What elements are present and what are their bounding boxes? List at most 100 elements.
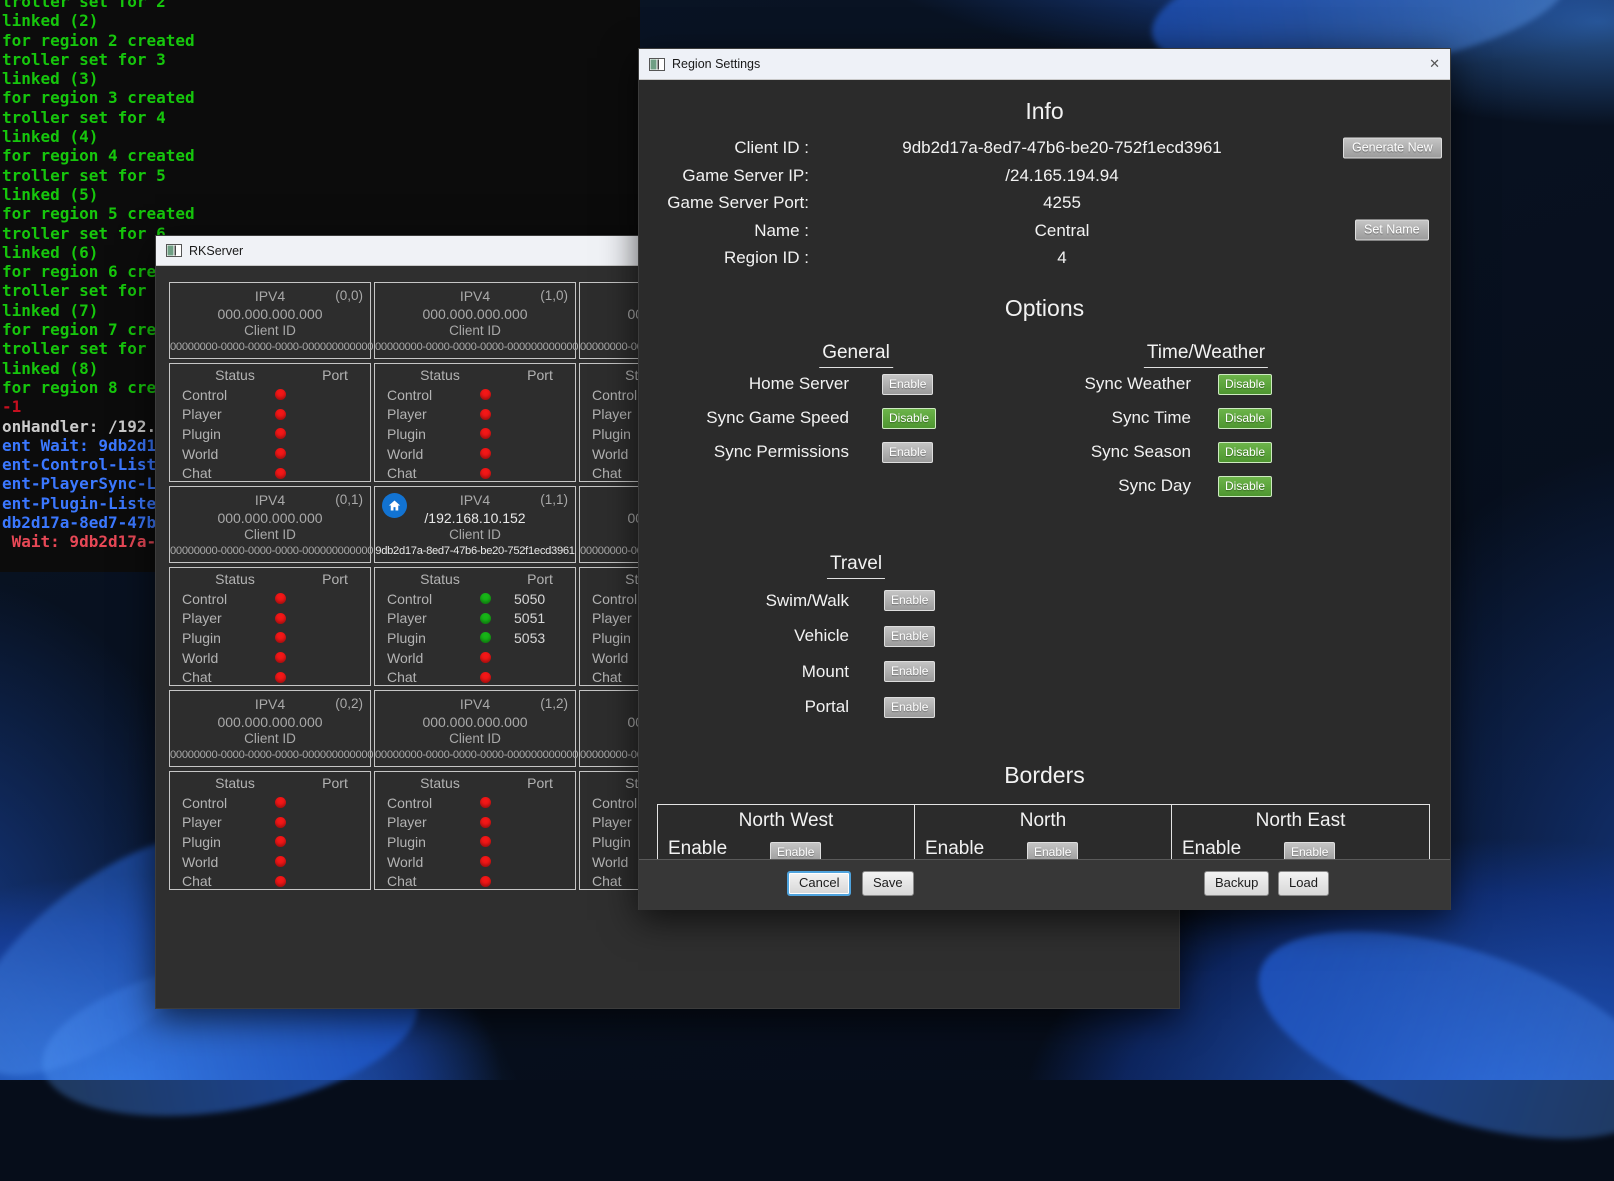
backup-button[interactable]: Backup	[1204, 871, 1269, 896]
status-row-label: Plugin	[182, 630, 260, 646]
status-dot	[275, 632, 286, 643]
status-row-label: Control	[387, 795, 465, 811]
status-row-label: Chat	[182, 669, 260, 685]
option-toggle-button[interactable]: Enable	[884, 697, 935, 718]
save-button[interactable]: Save	[862, 871, 914, 896]
cell-coordinate: (1,1)	[540, 492, 568, 507]
status-row: Player	[375, 405, 575, 425]
general-section-heading: General	[819, 342, 893, 368]
region-cell: IPV4 (0,0) 000.000.000.000 Client ID 000…	[169, 282, 371, 482]
status-row: Player	[170, 813, 370, 833]
region-settings-titlebar[interactable]: Region Settings ✕	[639, 49, 1450, 80]
option-row: Sync Weather Disable	[979, 367, 1309, 401]
status-row: Chat	[375, 667, 575, 687]
timeweather-section-heading: Time/Weather	[1144, 342, 1268, 368]
region-cell-status: Status Port Control Player	[169, 363, 371, 482]
status-rows: Control Player Plugin	[170, 589, 370, 687]
option-row: Vehicle Enable	[639, 619, 969, 655]
status-dot	[275, 672, 286, 683]
client-id-value: 00000000-0000-0000-0000-000000000000	[170, 341, 370, 353]
status-column-header: Status	[170, 775, 300, 793]
region-cell-header: IPV4 (0,0) 000.000.000.000 Client ID 000…	[169, 282, 371, 359]
port-column-header: Port	[505, 775, 575, 793]
border-enable-button[interactable]: Enable	[770, 842, 821, 859]
status-dot	[480, 613, 491, 624]
border-enable-button[interactable]: Enable	[1027, 842, 1078, 859]
status-row: Plugin 5053	[375, 628, 575, 648]
option-toggle-button[interactable]: Enable	[882, 374, 933, 395]
status-row-label: World	[182, 446, 260, 462]
status-row-label: Control	[182, 591, 260, 607]
info-value: 4	[809, 244, 1315, 272]
border-column: North East Enable Enable	[1172, 805, 1429, 859]
border-enable-label: Enable	[1182, 838, 1241, 859]
status-row-label: World	[182, 650, 260, 666]
cell-coordinate: (1,0)	[540, 288, 568, 303]
cancel-button[interactable]: Cancel	[787, 871, 851, 896]
close-icon[interactable]: ✕	[1410, 56, 1440, 72]
terminal-line: for region 5 created	[0, 204, 640, 223]
borders-heading: Borders	[639, 762, 1450, 789]
region-settings-window[interactable]: Region Settings ✕ Info Client ID : 9db2d…	[638, 48, 1451, 910]
status-dot	[480, 389, 491, 400]
option-toggle-button[interactable]: Disable	[1218, 442, 1272, 463]
home-icon	[382, 493, 407, 518]
status-row: Chat	[375, 871, 575, 891]
cell-ip-address: /192.168.10.152	[375, 510, 575, 526]
option-toggle-button[interactable]: Disable	[1218, 476, 1272, 497]
status-row-label: Chat	[387, 465, 465, 481]
rkserver-app-icon	[166, 244, 182, 257]
info-action-button[interactable]: Generate New	[1343, 137, 1442, 158]
option-toggle-button[interactable]: Enable	[884, 590, 935, 611]
travel-options: Swim/Walk Enable Vehicle Enable Mount En…	[639, 583, 969, 725]
status-row: World	[375, 648, 575, 668]
option-label: Sync Season	[979, 442, 1191, 462]
info-action-button[interactable]: Set Name	[1355, 220, 1429, 241]
client-id-label: Client ID	[170, 323, 370, 338]
option-label: Sync Day	[979, 476, 1191, 496]
region-cell-status: Status Port Control Player	[374, 771, 576, 890]
status-dot	[275, 409, 286, 420]
status-dot	[275, 613, 286, 624]
terminal-line: troller set for 4	[0, 108, 640, 127]
client-id-value: 9db2d17a-8ed7-47b6-be20-752f1ecd3961	[375, 545, 575, 557]
status-dot	[480, 428, 491, 439]
border-enable-button[interactable]: Enable	[1284, 842, 1335, 859]
status-row: Control	[170, 589, 370, 609]
status-dot	[275, 876, 286, 887]
status-row-label: Control	[182, 387, 260, 403]
region-settings-title: Region Settings	[672, 57, 760, 71]
info-value: Central	[809, 217, 1315, 245]
option-toggle-button[interactable]: Enable	[884, 661, 935, 682]
option-label: Sync Game Speed	[639, 408, 849, 428]
border-direction-title: North East	[1172, 805, 1429, 832]
status-dot	[480, 632, 491, 643]
status-row: Player 5051	[375, 609, 575, 629]
terminal-line: troller set for 5	[0, 166, 640, 185]
port-column-header: Port	[505, 571, 575, 589]
load-button[interactable]: Load	[1278, 871, 1329, 896]
status-row: Plugin	[170, 424, 370, 444]
port-column-header: Port	[300, 775, 370, 793]
border-direction-title: North West	[658, 805, 914, 832]
option-toggle-button[interactable]: Enable	[884, 626, 935, 647]
option-toggle-button[interactable]: Disable	[1218, 374, 1272, 395]
region-cell: IPV4 (1,1) /192.168.10.152 Client ID 9db…	[374, 486, 576, 686]
status-dot	[480, 876, 491, 887]
status-column-header: Status	[375, 367, 505, 385]
option-toggle-button[interactable]: Disable	[882, 408, 936, 429]
border-enable-label: Enable	[925, 838, 984, 859]
status-dot	[480, 856, 491, 867]
options-heading: Options	[639, 295, 1450, 322]
option-toggle-button[interactable]: Disable	[1218, 408, 1272, 429]
status-dot	[275, 389, 286, 400]
port-column-header: Port	[505, 367, 575, 385]
status-row-label: Chat	[182, 465, 260, 481]
info-row: Name : Central Set Name	[639, 217, 1450, 245]
status-port-value: 5051	[505, 610, 575, 626]
option-row: Sync Game Speed Disable	[639, 401, 969, 435]
option-toggle-button[interactable]: Enable	[882, 442, 933, 463]
status-rows: Control Player Plugin	[375, 385, 575, 483]
client-id-label: Client ID	[170, 731, 370, 746]
status-port-value: 5050	[505, 591, 575, 607]
